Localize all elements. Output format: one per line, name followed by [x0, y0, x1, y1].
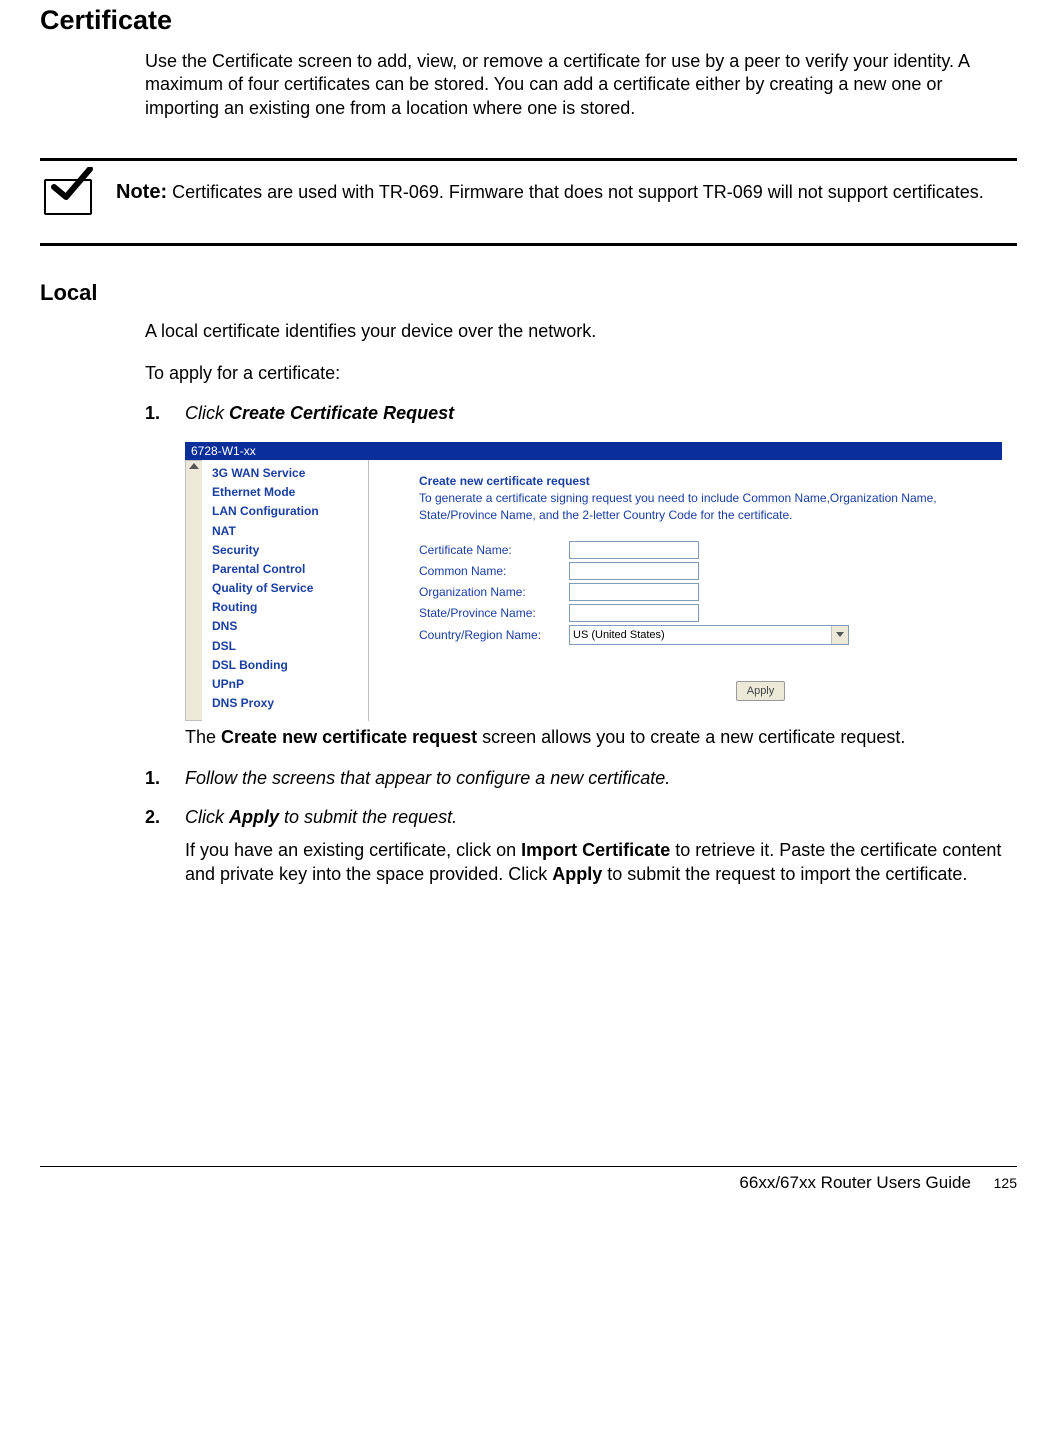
local-paragraph: A local certificate identifies your devi…: [145, 320, 1002, 343]
checkmark-icon: [44, 179, 92, 215]
sidebar-item[interactable]: DSL: [212, 637, 362, 656]
import-paragraph: If you have an existing certificate, cli…: [185, 838, 1002, 887]
sidebar-item[interactable]: Routing: [212, 598, 362, 617]
input-common-name[interactable]: [569, 562, 699, 580]
horizontal-rule: [40, 243, 1017, 246]
sidebar-item[interactable]: Quality of Service: [212, 579, 362, 598]
sidebar-item[interactable]: 3G WAN Service: [212, 464, 362, 483]
scroll-up-icon[interactable]: [189, 463, 199, 469]
step-text: Follow the screens that appear to config…: [185, 768, 670, 789]
input-organization-name[interactable]: [569, 583, 699, 601]
step-number: 2.: [145, 807, 185, 828]
sidebar-item[interactable]: DNS Proxy: [212, 694, 362, 713]
sidebar-item[interactable]: NAT: [212, 522, 362, 541]
scrollbar[interactable]: [185, 460, 202, 721]
form-description: To generate a certificate signing reques…: [419, 490, 982, 525]
sidebar-menu: 3G WAN Service Ethernet Mode LAN Configu…: [202, 460, 368, 721]
page-number: 125: [994, 1175, 1017, 1191]
step-text: Click Create Certificate Request: [185, 403, 454, 424]
step-number: 1.: [145, 403, 185, 424]
page-heading: Certificate: [40, 0, 1017, 36]
sidebar-item[interactable]: UPnP: [212, 675, 362, 694]
apply-button[interactable]: Apply: [736, 681, 786, 701]
page-footer: 66xx/67xx Router Users Guide 125: [40, 1166, 1017, 1193]
note-label: Note:: [116, 181, 167, 203]
label-organization-name: Organization Name:: [419, 585, 569, 599]
label-country-region: Country/Region Name:: [419, 628, 569, 642]
horizontal-rule: [40, 158, 1017, 161]
label-common-name: Common Name:: [419, 564, 569, 578]
note-text: Note: Certificates are used with TR-069.…: [116, 179, 984, 206]
input-certificate-name[interactable]: [569, 541, 699, 559]
sidebar-item[interactable]: DNS: [212, 617, 362, 636]
apply-intro: To apply for a certificate:: [145, 362, 1002, 385]
form-title: Create new certificate request: [419, 474, 982, 488]
intro-paragraph: Use the Certificate screen to add, view,…: [145, 50, 1002, 120]
sidebar-item[interactable]: Ethernet Mode: [212, 483, 362, 502]
sidebar-item[interactable]: DSL Bonding: [212, 656, 362, 675]
sidebar-item[interactable]: Security: [212, 541, 362, 560]
sidebar-item[interactable]: Parental Control: [212, 560, 362, 579]
select-value: US (United States): [570, 629, 831, 641]
label-certificate-name: Certificate Name:: [419, 543, 569, 557]
step-text: Click Apply to submit the request.: [185, 807, 457, 828]
screenshot-caption: The Create new certificate request scree…: [185, 725, 1002, 749]
label-state-province: State/Province Name:: [419, 606, 569, 620]
footer-title: 66xx/67xx Router Users Guide: [739, 1173, 971, 1192]
chevron-down-icon[interactable]: [831, 626, 848, 644]
note-body: Certificates are used with TR-069. Firmw…: [172, 182, 984, 202]
embedded-screenshot: 6728-W1-xx 3G WAN Service Ethernet Mode …: [185, 442, 1002, 721]
step-number: 1.: [145, 768, 185, 789]
sidebar-item[interactable]: LAN Configuration: [212, 502, 362, 521]
select-country-region[interactable]: US (United States): [569, 625, 849, 645]
window-titlebar: 6728-W1-xx: [185, 442, 1002, 460]
section-heading-local: Local: [40, 280, 1017, 306]
input-state-province[interactable]: [569, 604, 699, 622]
